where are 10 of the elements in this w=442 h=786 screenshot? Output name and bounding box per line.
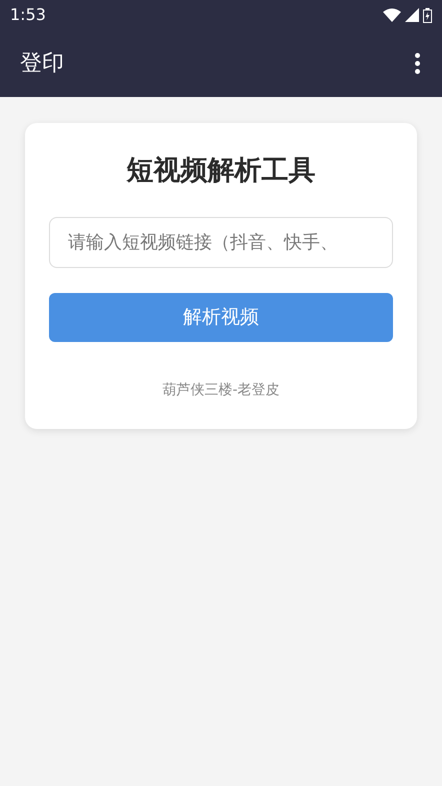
more-menu-icon[interactable]: [413, 51, 422, 76]
app-title: 登印: [20, 50, 64, 78]
card-title: 短视频解析工具: [126, 154, 316, 188]
battery-icon: [423, 8, 432, 22]
signal-icon: [405, 8, 419, 22]
footer-text: 葫芦侠三楼-老登皮: [162, 381, 280, 400]
status-time: 1:53: [10, 4, 46, 26]
wifi-icon: [383, 8, 401, 22]
link-input-field[interactable]: 请输入短视频链接（抖音、快手、: [49, 217, 393, 268]
parse-video-button[interactable]: 解析视频: [49, 293, 393, 342]
